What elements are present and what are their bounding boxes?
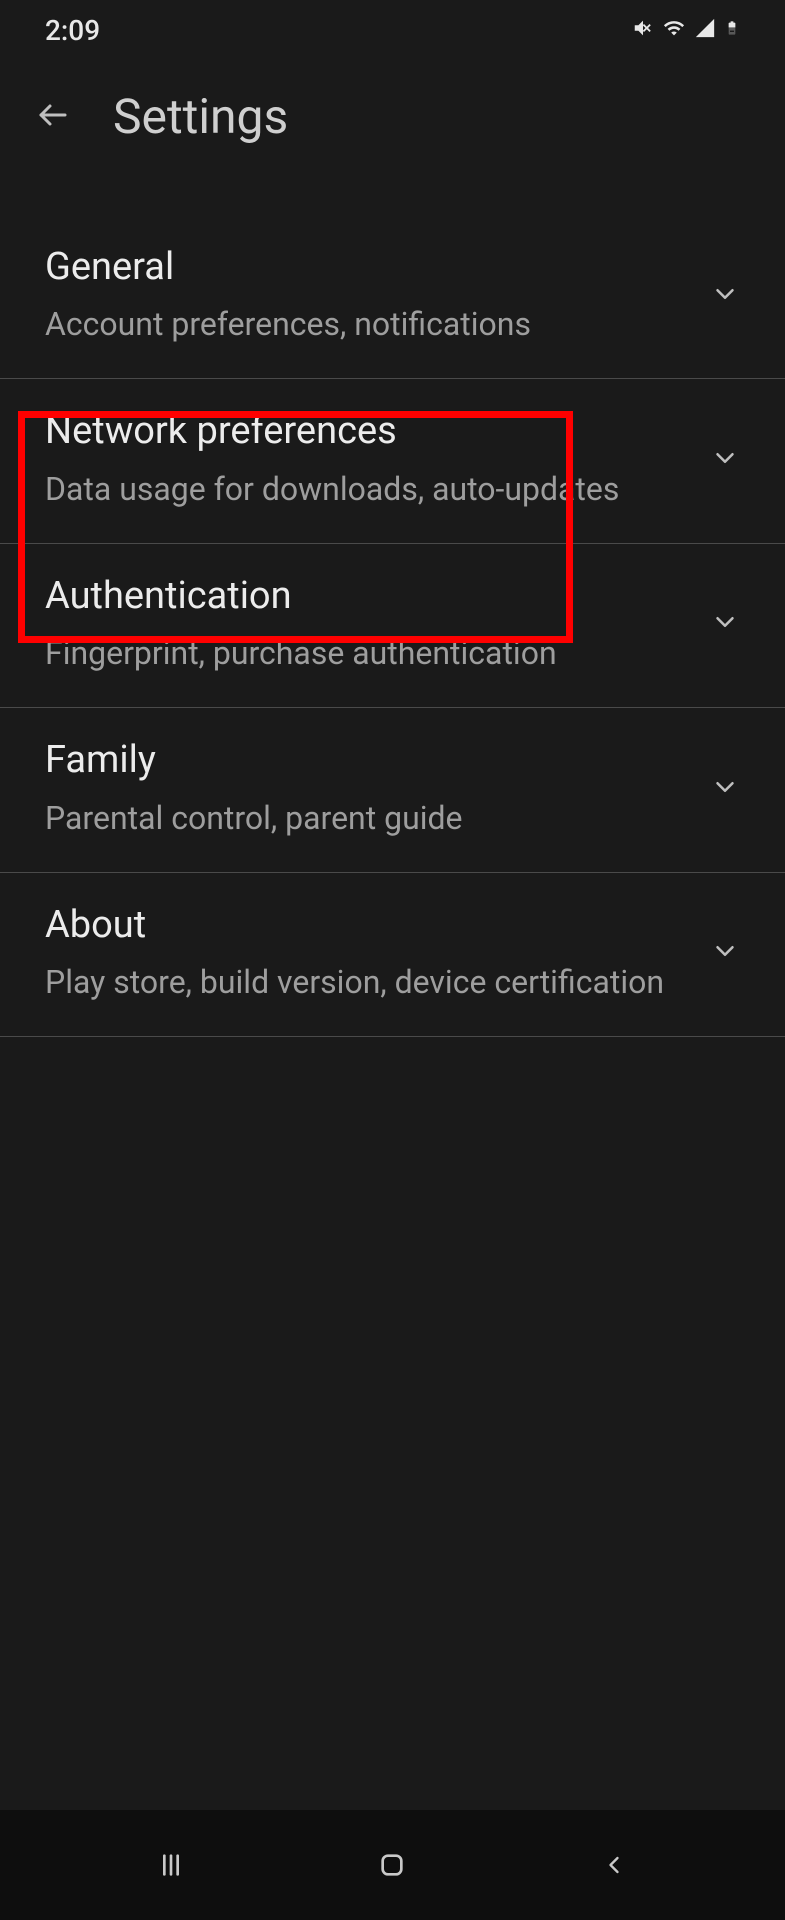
setting-item-general[interactable]: General Account preferences, notificatio… <box>0 215 785 379</box>
status-time: 2:09 <box>45 14 100 47</box>
recents-button[interactable] <box>111 1835 231 1895</box>
signal-icon <box>694 17 716 43</box>
setting-subtitle: Parental control, parent guide <box>45 794 670 842</box>
status-bar: 2:09 <box>0 0 785 60</box>
page-title: Settings <box>113 88 288 145</box>
setting-title: Network preferences <box>45 407 670 456</box>
setting-subtitle: Fingerprint, purchase authentication <box>45 629 670 677</box>
setting-title: About <box>45 901 670 950</box>
chevron-down-icon <box>710 443 740 477</box>
back-arrow-icon[interactable] <box>35 97 71 137</box>
setting-title: Family <box>45 736 670 785</box>
wifi-icon <box>662 17 686 43</box>
setting-subtitle: Play store, build version, device certif… <box>45 958 670 1006</box>
setting-subtitle: Data usage for downloads, auto-updates <box>45 465 670 513</box>
back-button[interactable] <box>554 1835 674 1895</box>
chevron-down-icon <box>710 607 740 641</box>
setting-item-family[interactable]: Family Parental control, parent guide <box>0 708 785 872</box>
status-icons <box>632 16 740 44</box>
navigation-bar <box>0 1810 785 1920</box>
setting-subtitle: Account preferences, notifications <box>45 300 670 348</box>
setting-item-authentication[interactable]: Authentication Fingerprint, purchase aut… <box>0 544 785 708</box>
settings-list: General Account preferences, notificatio… <box>0 175 785 1037</box>
battery-icon <box>724 16 740 44</box>
app-bar: Settings <box>0 60 785 175</box>
setting-item-network-preferences[interactable]: Network preferences Data usage for downl… <box>0 379 785 543</box>
setting-item-about[interactable]: About Play store, build version, device … <box>0 873 785 1037</box>
mute-icon <box>632 17 654 43</box>
chevron-down-icon <box>710 772 740 806</box>
chevron-down-icon <box>710 936 740 970</box>
chevron-down-icon <box>710 279 740 313</box>
home-button[interactable] <box>332 1835 452 1895</box>
setting-title: General <box>45 243 670 292</box>
setting-title: Authentication <box>45 572 670 621</box>
